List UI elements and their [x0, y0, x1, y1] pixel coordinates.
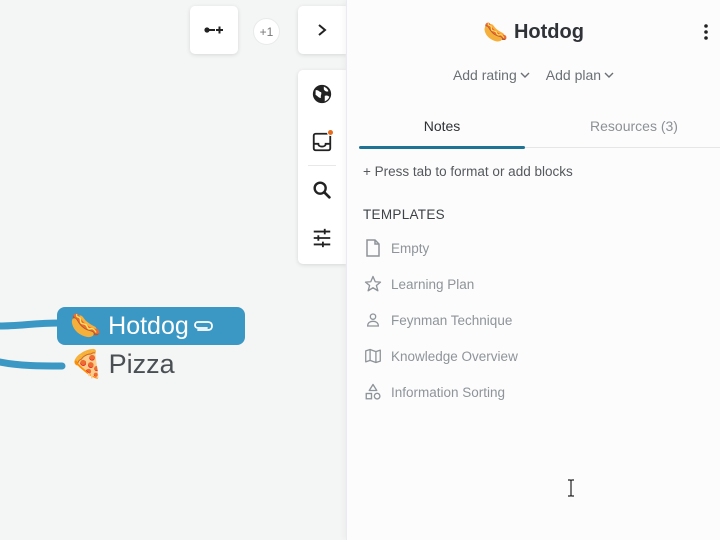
toolbar-divider [308, 165, 336, 166]
meta-actions: Add rating Add plan [347, 64, 720, 86]
star-icon [363, 274, 383, 294]
mindmap-canvas[interactable]: +1 🌭 Hotdog 🍕 Pizza [0, 0, 346, 540]
add-plan-button[interactable]: Add plan [546, 64, 614, 86]
more-options-button[interactable] [698, 20, 714, 44]
add-plan-label: Add plan [545, 67, 602, 83]
template-knowledge-overview[interactable]: Knowledge Overview [363, 345, 518, 367]
chevron-down-icon [520, 72, 530, 78]
expand-panel-button[interactable] [298, 6, 346, 54]
text-cursor-icon [568, 479, 574, 497]
person-icon [363, 310, 383, 330]
chevron-right-icon [318, 24, 327, 36]
panel-tabs: Notes Resources (3) [359, 104, 720, 149]
mindmap-node-pizza[interactable]: 🍕 Pizza [70, 346, 175, 382]
sliders-icon [313, 228, 331, 248]
template-feynman-technique[interactable]: Feynman Technique [363, 309, 512, 331]
search-button[interactable] [298, 170, 346, 210]
node-label: Pizza [108, 348, 175, 379]
add-rating-label: Add rating [452, 67, 517, 83]
template-empty[interactable]: Empty [363, 237, 429, 259]
node-detail-panel: 🌭 Hotdog Add rating Add plan Notes Resou… [346, 0, 720, 540]
collapsed-count-badge[interactable]: +1 [253, 18, 280, 45]
node-label: Hotdog [108, 311, 189, 340]
globe-icon [312, 84, 332, 104]
template-label: Learning Plan [391, 276, 475, 292]
mindmap-node-hotdog[interactable]: 🌭 Hotdog [57, 307, 245, 345]
hotdog-emoji: 🌭 [70, 311, 102, 340]
template-label: Knowledge Overview [391, 348, 518, 364]
search-icon [313, 181, 331, 199]
shapes-icon [363, 382, 383, 402]
add-rating-button[interactable]: Add rating [453, 64, 530, 86]
inbox-button[interactable] [298, 122, 346, 162]
pizza-emoji: 🍕 [70, 349, 104, 379]
templates-heading: TEMPLATES [363, 207, 445, 222]
template-label: Feynman Technique [391, 312, 513, 328]
template-label: Empty [391, 240, 430, 256]
globe-button[interactable] [298, 74, 346, 114]
tab-notes[interactable]: Notes [359, 104, 525, 149]
notification-dot [327, 129, 334, 136]
title-text: Hotdog [513, 20, 584, 43]
canvas-toolbar [298, 70, 346, 264]
panel-title[interactable]: 🌭 Hotdog [347, 17, 720, 47]
template-learning-plan[interactable]: Learning Plan [363, 273, 474, 295]
add-branch-button[interactable] [190, 6, 238, 54]
template-information-sorting[interactable]: Information Sorting [363, 381, 505, 403]
branch-connectors [0, 319, 66, 370]
title-emoji: 🌭 [483, 21, 508, 44]
editor-hint[interactable]: + Press tab to format or add blocks [363, 164, 573, 179]
template-label: Information Sorting [391, 384, 506, 400]
document-icon [363, 238, 383, 258]
tab-resources[interactable]: Resources (3) [567, 104, 701, 148]
kebab-menu-icon [704, 24, 708, 40]
add-branch-icon [204, 26, 223, 34]
map-icon [363, 346, 383, 366]
chevron-down-icon [604, 72, 614, 78]
settings-button[interactable] [298, 218, 346, 258]
paperclip-icon[interactable] [192, 319, 214, 333]
